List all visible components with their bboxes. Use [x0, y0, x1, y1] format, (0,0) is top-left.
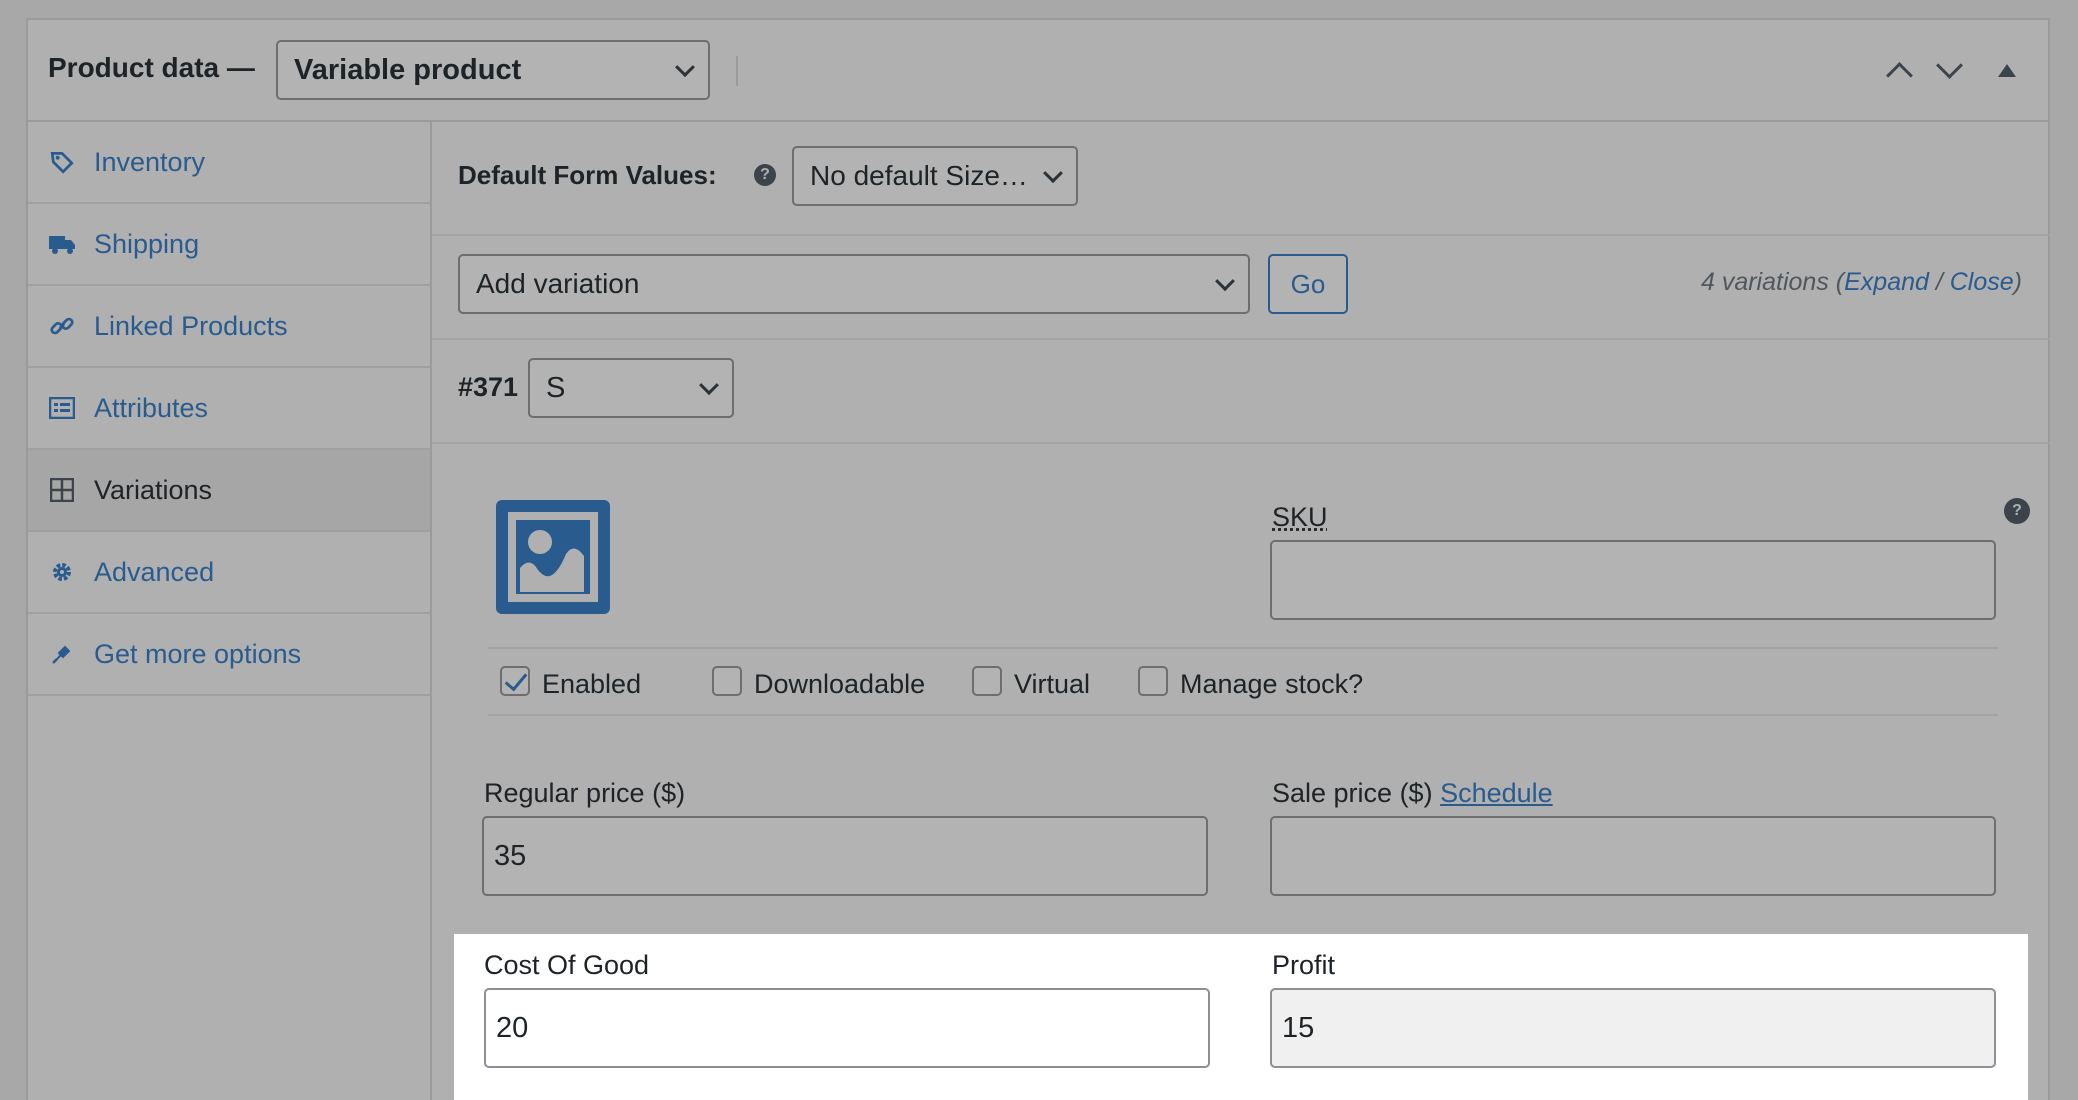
virtual-label: Virtual [1014, 669, 1090, 700]
variation-size-select[interactable]: S [528, 358, 734, 418]
variation-id: #371 [458, 372, 518, 403]
close-link[interactable]: Close [1950, 268, 2014, 296]
default-form-values-label: Default Form Values: [458, 160, 717, 191]
collapse-panel-button[interactable] [1988, 52, 2024, 88]
tab-shipping[interactable]: Shipping [28, 204, 430, 286]
tab-linked-products[interactable]: Linked Products [28, 286, 430, 368]
chevron-down-icon [1215, 271, 1235, 291]
sku-label: SKU [1272, 502, 1328, 533]
schedule-link[interactable]: Schedule [1440, 778, 1553, 808]
paren-open: ( [1836, 268, 1844, 296]
cost-profit-highlight: Cost Of Good 20 Profit 15 [454, 934, 2028, 1100]
panel-header: Product data — Variable product [28, 20, 2048, 122]
move-up-button[interactable] [1880, 52, 1916, 88]
tab-inventory[interactable]: Inventory [28, 122, 430, 204]
product-type-select[interactable]: Variable product [276, 40, 710, 100]
cost-of-good-label: Cost Of Good [484, 950, 649, 981]
tab-advanced[interactable]: Advanced [28, 532, 430, 614]
cost-of-good-input[interactable]: 20 [484, 988, 1210, 1068]
downloadable-checkbox[interactable] [712, 666, 742, 696]
product-type-value: Variable product [294, 54, 521, 87]
link-icon [48, 312, 76, 340]
tab-get-more-options[interactable]: Get more options [28, 614, 430, 696]
grid-icon [48, 476, 76, 504]
variations-count-text: 4 variations [1701, 268, 1829, 296]
variation-action-value: Add variation [476, 268, 639, 300]
profit-label: Profit [1272, 950, 1335, 981]
product-data-tabs: Inventory Shipping Linked Products Attri… [28, 122, 432, 1100]
plug-icon [48, 640, 76, 668]
list-icon [48, 394, 76, 422]
virtual-checkbox[interactable] [972, 666, 1002, 696]
tab-attributes[interactable]: Attributes [28, 368, 430, 450]
tab-label: Variations [94, 475, 212, 506]
variation-actions-row: Add variation Go 4 variations (Expand / … [432, 236, 2050, 340]
paren-close: ) [2014, 268, 2022, 296]
tag-icon [48, 148, 76, 176]
chevron-down-icon [1043, 163, 1063, 183]
variation-action-select[interactable]: Add variation [458, 254, 1250, 314]
go-button[interactable]: Go [1268, 254, 1348, 314]
downloadable-label: Downloadable [754, 669, 925, 700]
header-divider [736, 56, 738, 86]
sale-price-label-text: Sale price ($) [1272, 778, 1433, 808]
tab-label: Attributes [94, 393, 208, 424]
enabled-label: Enabled [542, 669, 641, 700]
divider [488, 647, 1998, 649]
tab-label: Shipping [94, 229, 199, 260]
tab-label: Linked Products [94, 311, 288, 342]
tab-label: Advanced [94, 557, 214, 588]
image-placeholder-icon [494, 498, 612, 616]
sale-price-input[interactable] [1270, 816, 1996, 896]
profit-input: 15 [1270, 988, 1996, 1068]
chevron-down-icon [675, 57, 695, 77]
gear-icon [48, 558, 76, 586]
move-down-button[interactable] [1930, 52, 1966, 88]
slash-separator: / [1929, 268, 1950, 296]
sku-help-icon[interactable]: ? [2004, 498, 2030, 524]
manage-stock-checkbox[interactable] [1138, 666, 1168, 696]
chevron-down-icon [699, 375, 719, 395]
tab-label: Inventory [94, 147, 205, 178]
manage-stock-label: Manage stock? [1180, 669, 1363, 700]
sale-price-label: Sale price ($) Schedule [1272, 778, 1553, 809]
regular-price-label: Regular price ($) [484, 778, 685, 809]
tab-variations[interactable]: Variations [28, 450, 430, 532]
truck-icon [48, 230, 76, 258]
variation-size-value: S [546, 372, 565, 405]
regular-price-input[interactable]: 35 [482, 816, 1208, 896]
tab-label: Get more options [94, 639, 301, 670]
sku-input[interactable] [1270, 540, 1996, 620]
variation-image-upload[interactable] [494, 498, 612, 616]
variation-header-row: #371 S [432, 340, 2050, 444]
default-size-value: No default Size… [810, 160, 1028, 192]
panel-title: Product data — [48, 52, 255, 84]
enabled-checkbox[interactable] [500, 666, 530, 696]
default-size-select[interactable]: No default Size… [792, 146, 1078, 206]
divider [488, 714, 1998, 716]
expand-link[interactable]: Expand [1844, 268, 1929, 296]
help-icon[interactable]: ? [754, 164, 776, 186]
default-form-values-row: Default Form Values: ? No default Size… [432, 122, 2050, 236]
variations-count: 4 variations (Expand / Close) [1701, 268, 2022, 297]
